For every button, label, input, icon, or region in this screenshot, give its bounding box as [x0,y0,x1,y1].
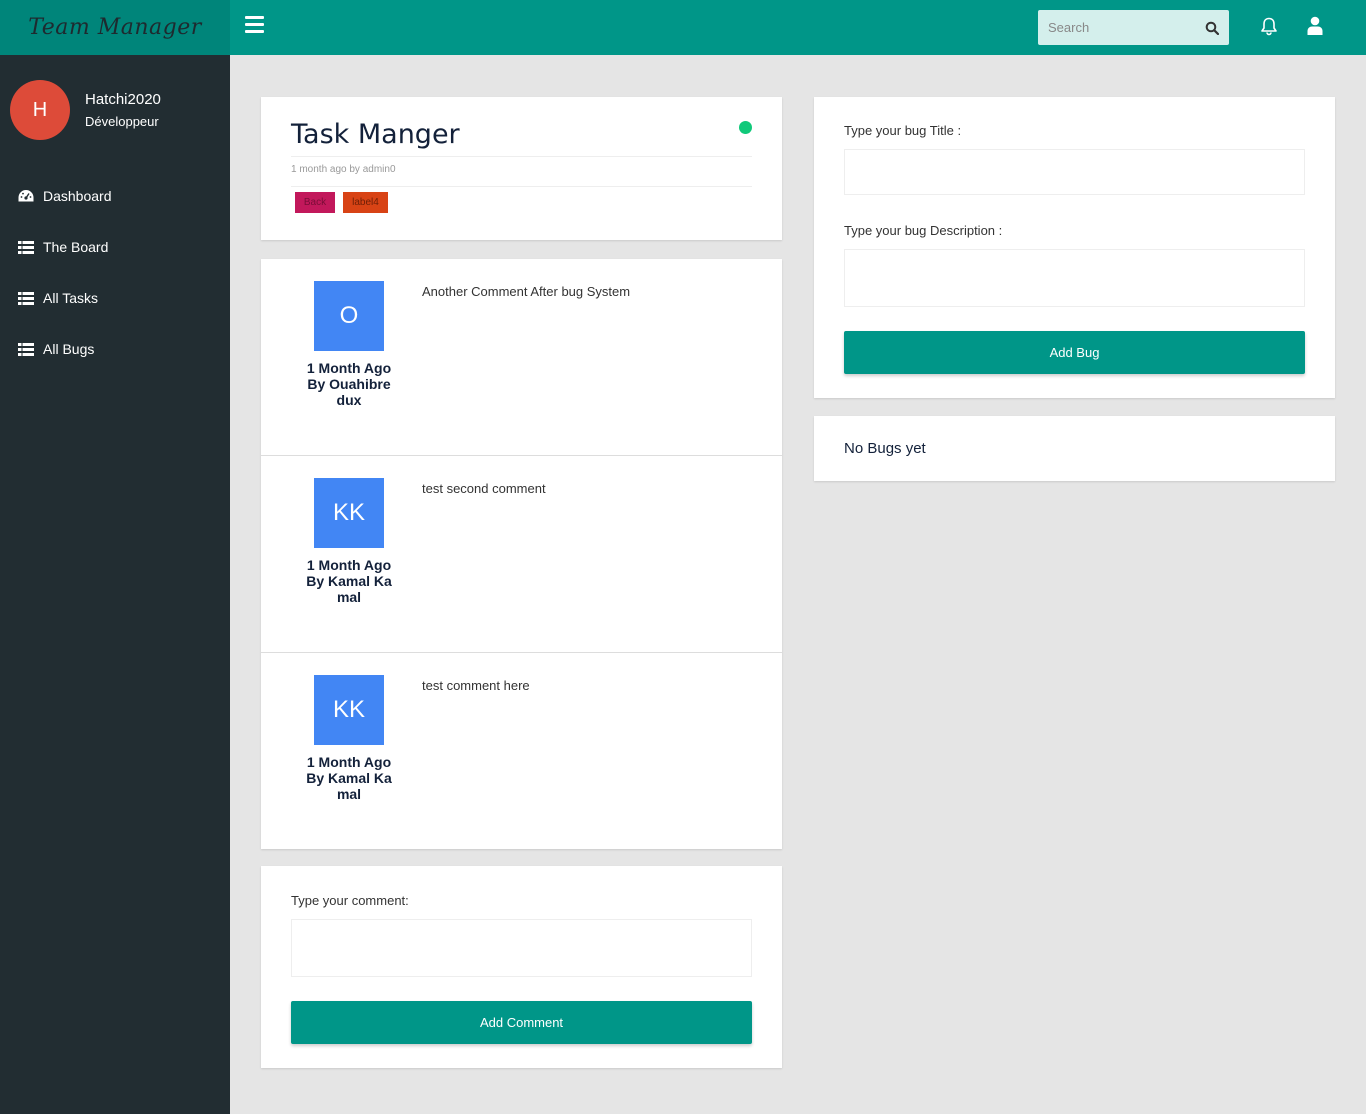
comment-item: O 1 Month Ago By Ouahibredux Another Com… [261,259,782,456]
dashboard-icon [18,190,34,202]
list-icon [18,291,34,305]
comment-form: Type your comment: Add Comment [261,866,782,1068]
search-input[interactable] [1038,10,1198,45]
user-avatar-initial: H [32,98,48,121]
sidebar-item-label: Dashboard [43,188,112,204]
comment-meta: 1 Month Ago By Kamal Kamal [306,557,392,605]
bug-description-input[interactable] [844,249,1305,307]
task-meta: 1 month ago by admin0 [291,156,752,187]
task-card: Task Manger 1 month ago by admin0 Back l… [261,97,782,240]
task-title: Task Manger [291,119,460,150]
sidebar-item-dashboard[interactable]: Dashboard [0,176,230,216]
brand-text: Team Manager [28,15,202,40]
task-meta-text: 1 month ago by admin0 [291,164,396,175]
comment-text: test second comment [422,481,546,496]
add-comment-button[interactable]: Add Comment [291,1001,752,1044]
menu-toggle-icon[interactable] [245,16,264,33]
empty-bugs-message: No Bugs yet [844,440,926,457]
comment-avatar: O [314,281,384,351]
bugs-list: No Bugs yet [814,416,1335,481]
sidebar-item-label: All Bugs [43,341,95,357]
status-indicator [739,121,752,134]
user-role: Développeur [85,114,159,129]
comment-item: KK 1 Month Ago By Kamal Kamal test secon… [261,456,782,653]
sidebar-item-label: All Tasks [43,290,98,306]
comment-avatar: KK [314,675,384,745]
comment-avatar: KK [314,478,384,548]
bell-icon[interactable] [1259,16,1279,36]
top-navbar [230,0,1366,55]
bug-title-label: Type your bug Title : [844,123,962,138]
bug-form: Type your bug Title : Type your bug Desc… [814,97,1335,398]
bug-description-label: Type your bug Description : [844,223,1003,238]
comments-list: O 1 Month Ago By Ouahibredux Another Com… [261,259,782,849]
user-avatar[interactable]: H [10,80,70,140]
sidebar-item-all-tasks[interactable]: All Tasks [0,278,230,318]
sidebar: H Hatchi2020 Développeur Dashboard The B… [0,55,230,1114]
sidebar-item-the-board[interactable]: The Board [0,227,230,267]
add-bug-button[interactable]: Add Bug [844,331,1305,374]
list-icon [18,240,34,254]
comment-text: test comment here [422,678,530,693]
tag-back[interactable]: Back [295,192,335,213]
sidebar-item-all-bugs[interactable]: All Bugs [0,329,230,369]
search-icon[interactable] [1205,21,1219,35]
comment-label: Type your comment: [291,893,409,908]
user-name: Hatchi2020 [85,91,161,108]
tag-label4[interactable]: label4 [343,192,388,213]
comment-item: KK 1 Month Ago By Kamal Kamal test comme… [261,653,782,850]
user-menu-icon[interactable] [1307,16,1323,35]
comment-meta: 1 Month Ago By Ouahibredux [306,360,392,408]
comment-text: Another Comment After bug System [422,284,631,299]
search-box [1038,10,1229,45]
brand-logo[interactable]: Team Manager [0,0,230,55]
comment-meta: 1 Month Ago By Kamal Kamal [306,754,392,802]
list-icon [18,342,34,356]
sidebar-item-label: The Board [43,239,109,255]
bug-title-input[interactable] [844,149,1305,195]
comment-input[interactable] [291,919,752,977]
